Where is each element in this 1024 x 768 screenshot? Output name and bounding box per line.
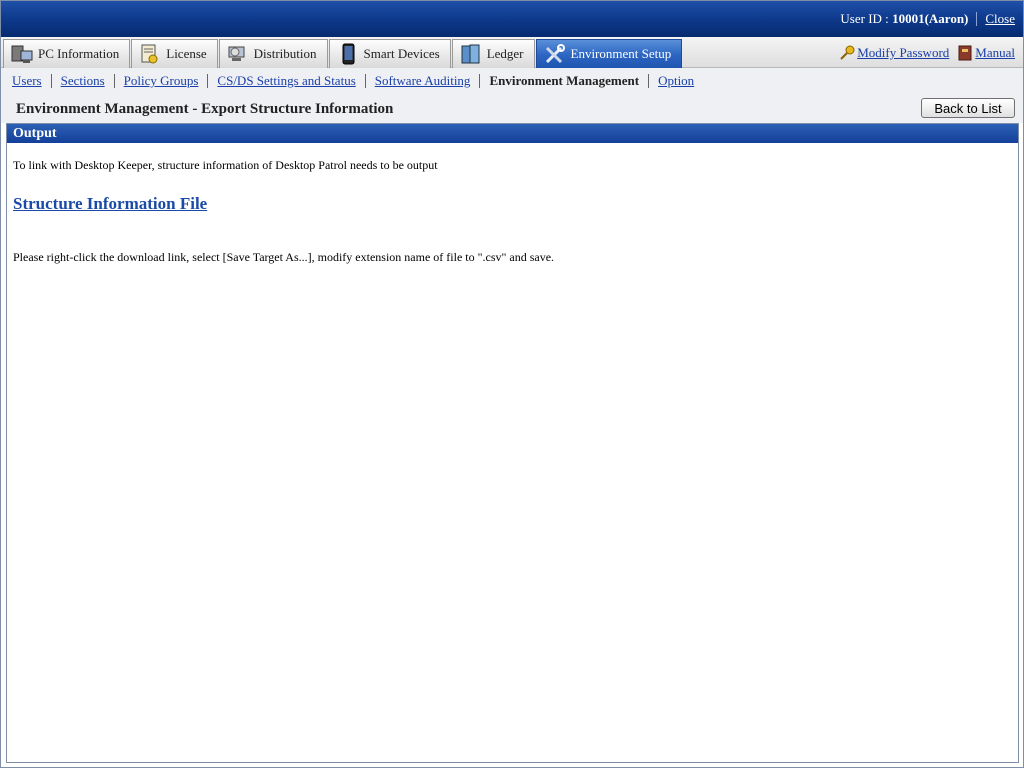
- subnav-divider: [648, 74, 650, 88]
- panel-heading: Output: [7, 124, 1018, 143]
- user-id-label: User ID :: [840, 11, 893, 26]
- distribution-icon: [226, 43, 250, 65]
- tab-ledger[interactable]: Ledger: [451, 39, 535, 68]
- subnav-divider: [113, 74, 115, 88]
- subnav-divider: [364, 74, 366, 88]
- tab-label: Smart Devices: [363, 46, 440, 61]
- main-tab-bar: PC Information License Distribution Smar…: [1, 37, 1023, 68]
- page-title: Environment Management - Export Structur…: [16, 101, 394, 117]
- save-instructions: Please right-click the download link, se…: [13, 250, 555, 264]
- subnav-policy-groups[interactable]: Policy Groups: [124, 73, 199, 89]
- tab-environment-setup[interactable]: Environment Setup: [535, 39, 683, 68]
- header-divider: [976, 12, 978, 26]
- structure-file-download-link[interactable]: Structure Information File: [13, 194, 207, 214]
- subnav-option[interactable]: Option: [658, 73, 694, 89]
- tab-pc-information[interactable]: PC Information: [3, 39, 131, 68]
- subnav-software-auditing[interactable]: Software Auditing: [375, 73, 471, 89]
- manual-link[interactable]: Manual: [975, 45, 1015, 61]
- tab-label: PC Information: [38, 46, 120, 61]
- subnav-users[interactable]: Users: [12, 73, 42, 89]
- smart-device-icon: [336, 43, 360, 65]
- subnav-divider: [479, 74, 481, 88]
- subnav-divider: [50, 74, 52, 88]
- top-header: User ID : 10001(Aaron) Close: [1, 1, 1023, 37]
- sub-navigation: Users Sections Policy Groups CS/DS Setti…: [1, 68, 1023, 94]
- subnav-environment-management: Environment Management: [489, 73, 640, 88]
- tab-label: Ledger: [486, 46, 524, 61]
- ledger-icon: [459, 43, 483, 65]
- tab-label: Environment Setup: [570, 46, 672, 61]
- tab-distribution[interactable]: Distribution: [218, 39, 328, 68]
- output-panel: Output To link with Desktop Keeper, stru…: [6, 123, 1019, 763]
- tab-label: License: [166, 46, 207, 61]
- right-links: Modify Password Manual: [839, 45, 1015, 61]
- tab-license[interactable]: License: [131, 39, 218, 68]
- subnav-sections[interactable]: Sections: [61, 73, 105, 89]
- tab-smart-devices[interactable]: Smart Devices: [328, 39, 451, 68]
- close-link[interactable]: Close: [985, 11, 1015, 27]
- user-info: User ID : 10001(Aaron): [840, 11, 968, 27]
- subnav-cs-ds-settings[interactable]: CS/DS Settings and Status: [217, 73, 355, 89]
- key-icon: [839, 45, 855, 61]
- tab-label: Distribution: [253, 46, 317, 61]
- user-id-value: 10001(Aaron): [892, 11, 969, 26]
- subnav-divider: [207, 74, 209, 88]
- output-description: To link with Desktop Keeper, structure i…: [13, 158, 438, 172]
- pc-icon: [10, 43, 34, 65]
- modify-password-link[interactable]: Modify Password: [857, 45, 949, 61]
- page-title-row: Environment Management - Export Structur…: [1, 94, 1023, 123]
- tools-icon: [543, 43, 567, 65]
- app-window: User ID : 10001(Aaron) Close PC Informat…: [0, 0, 1024, 768]
- license-icon: [138, 43, 162, 65]
- manual-book-icon: [957, 45, 973, 61]
- back-to-list-button[interactable]: Back to List: [921, 98, 1015, 118]
